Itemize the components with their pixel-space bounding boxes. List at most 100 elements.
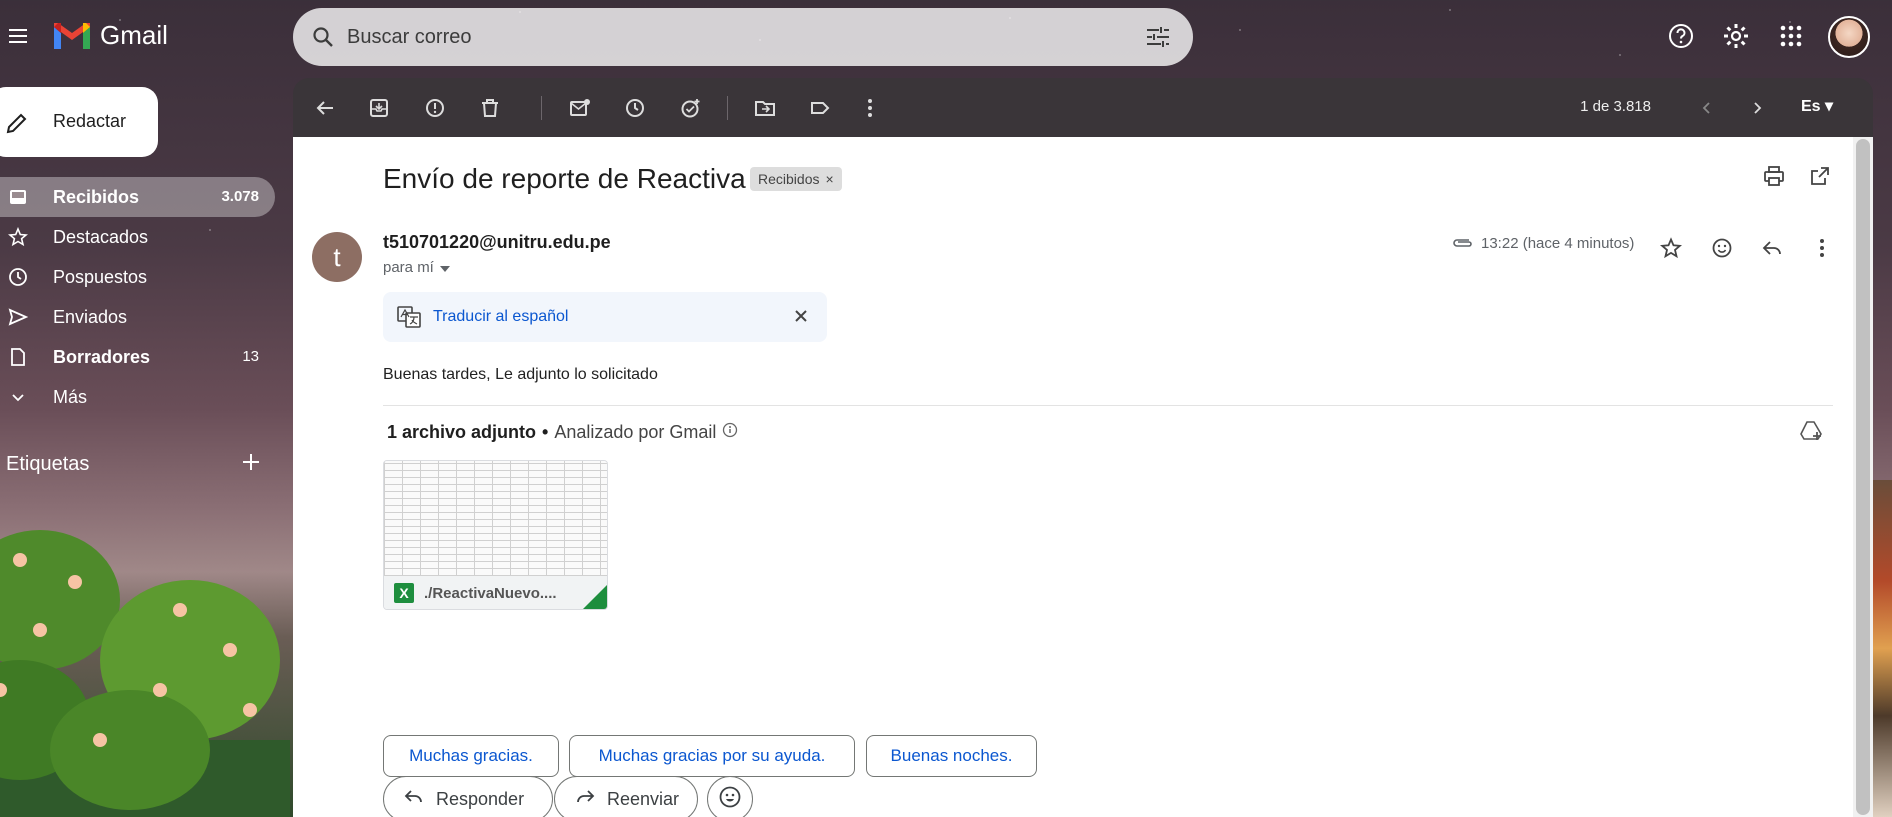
forward-label: Reenviar: [607, 788, 680, 809]
snooze-clock-icon[interactable]: [621, 94, 649, 122]
pagination-text: 1 de 3.818: [1580, 98, 1651, 115]
translate-link[interactable]: Traducir al español: [433, 308, 568, 326]
input-tools-selector[interactable]: Es ▾: [1801, 96, 1833, 116]
settings-gear-icon[interactable]: [1720, 20, 1752, 52]
label-tag-icon[interactable]: [806, 94, 834, 122]
label-chip-text: Recibidos: [758, 171, 820, 187]
message-toolbar: 1 de 3.818 Es ▾: [293, 78, 1873, 137]
sidebar-item-label: Destacados: [53, 227, 149, 247]
sidebar-item-sent[interactable]: Enviados: [0, 297, 275, 337]
background-tree-illustration: [0, 530, 290, 817]
background-decoration: [1873, 480, 1892, 817]
search-icon[interactable]: [311, 25, 335, 54]
remove-label-icon[interactable]: ×: [825, 171, 833, 187]
message-body: Buenas tardes, Le adjunto lo solicitado: [383, 366, 658, 383]
smart-reply-3[interactable]: Buenas noches.: [866, 735, 1037, 777]
unread-count: 3.078: [221, 188, 259, 205]
reply-label: Responder: [436, 788, 525, 809]
recipient-text: para mí: [383, 259, 434, 276]
print-icon[interactable]: [1763, 165, 1785, 192]
toolbar-divider: [541, 96, 542, 120]
star-icon: [8, 226, 28, 247]
file-type-corner: [583, 585, 607, 609]
scan-status: Analizado por Gmail: [554, 422, 717, 442]
message-panel: 1 de 3.818 Es ▾ Envío de reporte de Reac…: [293, 78, 1873, 817]
more-options-icon[interactable]: [1806, 232, 1838, 264]
add-to-tasks-icon[interactable]: [677, 94, 705, 122]
labels-heading: Etiquetas: [6, 453, 90, 475]
sender-email[interactable]: t510701220@unitru.edu.pe: [383, 232, 611, 253]
draft-count: 13: [242, 348, 259, 365]
sidebar-item-label: Borradores: [53, 347, 151, 367]
sender-avatar[interactable]: t: [312, 232, 362, 282]
reply-icon: [404, 788, 424, 811]
sidebar-item-inbox[interactable]: Recibidos 3.078: [0, 177, 275, 217]
older-chevron-right-icon[interactable]: [1743, 94, 1771, 122]
compose-button[interactable]: Redactar: [0, 87, 158, 157]
top-bar: Gmail Buscar correo: [0, 0, 1892, 72]
sidebar-item-snoozed[interactable]: Pospuestos: [0, 257, 275, 297]
search-input[interactable]: Buscar correo: [347, 26, 472, 49]
sidebar-item-drafts[interactable]: Borradores 13: [0, 337, 275, 377]
chevron-down-icon: [8, 387, 28, 407]
caret-down-icon: ▾: [1824, 98, 1833, 115]
smart-reply-2[interactable]: Muchas gracias por su ayuda.: [569, 735, 855, 777]
gmail-m-icon: [54, 22, 90, 49]
apps-grid-icon[interactable]: [1775, 20, 1807, 52]
toolbar-divider: [727, 96, 728, 120]
mark-unread-icon[interactable]: [566, 94, 594, 122]
add-to-drive-icon[interactable]: [1799, 420, 1823, 447]
send-icon: [8, 307, 29, 327]
forward-button[interactable]: Reenviar: [554, 776, 698, 817]
move-to-folder-icon[interactable]: [751, 94, 779, 122]
pencil-icon: [4, 110, 30, 141]
close-icon[interactable]: [791, 306, 811, 331]
sidebar-item-starred[interactable]: Destacados: [0, 217, 275, 257]
sidebar-nav: Recibidos 3.078 Destacados Pospuestos En…: [0, 177, 275, 417]
info-icon[interactable]: [722, 422, 738, 443]
add-reaction-icon[interactable]: [1706, 232, 1738, 264]
main-menu-icon[interactable]: [2, 20, 34, 52]
clock-icon: [8, 267, 28, 287]
forward-icon: [575, 788, 595, 811]
reply-button[interactable]: Responder: [383, 776, 553, 817]
attachment-count: 1 archivo adjunto: [387, 422, 537, 442]
spreadsheet-thumbnail: [384, 461, 607, 576]
smart-reply-1[interactable]: Muchas gracias.: [383, 735, 559, 777]
sidebar-item-more[interactable]: Más: [0, 377, 275, 417]
email-subject: Envío de reporte de Reactiva: [383, 163, 746, 194]
search-options-icon[interactable]: [1145, 25, 1171, 54]
message-content: Envío de reporte de Reactiva Recibidos ×…: [293, 137, 1853, 817]
newer-chevron-left-icon[interactable]: [1693, 94, 1721, 122]
open-new-window-icon[interactable]: [1809, 165, 1831, 192]
gmail-logo[interactable]: Gmail: [52, 20, 168, 51]
excel-file-icon: X: [394, 583, 414, 603]
separator: •: [542, 422, 549, 442]
attachment-card[interactable]: X ./ReactivaNuevo....: [383, 460, 608, 610]
star-icon[interactable]: [1655, 232, 1687, 264]
help-icon[interactable]: [1665, 20, 1697, 52]
scrollbar[interactable]: [1853, 137, 1873, 817]
language-code: Es: [1800, 98, 1821, 115]
search-bar[interactable]: Buscar correo: [293, 8, 1193, 66]
label-chip-inbox[interactable]: Recibidos ×: [750, 167, 842, 191]
emoji-reaction-button[interactable]: [707, 776, 753, 817]
back-arrow-icon[interactable]: [311, 94, 339, 122]
app-name: Gmail: [100, 20, 168, 50]
attachments-header: 1 archivo adjunto • Analizado por Gmail: [387, 422, 738, 443]
report-spam-icon[interactable]: [421, 94, 449, 122]
caret-down-icon: [439, 259, 450, 276]
sidebar-item-label: Recibidos: [53, 187, 140, 207]
draft-icon: [8, 347, 28, 367]
archive-icon[interactable]: [365, 94, 393, 122]
translate-icon: [397, 305, 421, 334]
sidebar-item-label: Más: [53, 387, 88, 407]
recipient-details[interactable]: para mí: [383, 259, 450, 276]
add-label-icon[interactable]: [240, 451, 262, 478]
translate-banner: Traducir al español: [383, 292, 827, 342]
more-vertical-icon[interactable]: [856, 94, 884, 122]
scrollbar-thumb[interactable]: [1856, 139, 1870, 815]
reply-icon[interactable]: [1756, 232, 1788, 264]
delete-trash-icon[interactable]: [476, 94, 504, 122]
account-avatar[interactable]: [1828, 16, 1870, 58]
